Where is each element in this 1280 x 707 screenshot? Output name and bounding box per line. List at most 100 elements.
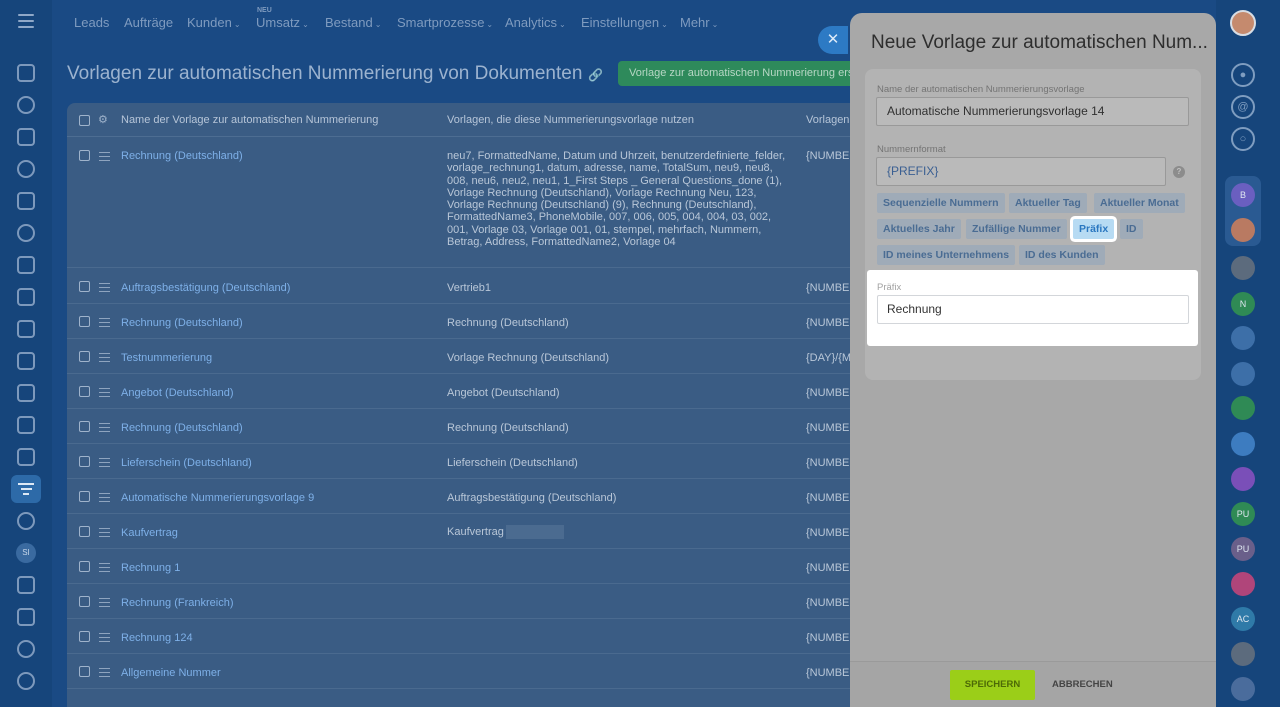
nav-smartprozesse[interactable]: Smartprozesse ⌄	[397, 15, 493, 30]
column-header-name[interactable]: Name der Vorlage zur automatischen Numme…	[121, 114, 378, 126]
row-checkbox[interactable]	[79, 351, 90, 362]
nav-kunden[interactable]: Kunden ⌄	[187, 15, 241, 30]
drag-handle-icon[interactable]	[99, 353, 110, 365]
row-name-link[interactable]: Rechnung 1	[121, 562, 180, 574]
nav-bestand[interactable]: Bestand ⌄	[325, 15, 381, 30]
drag-handle-icon[interactable]	[99, 458, 110, 470]
schedule-icon[interactable]	[17, 448, 35, 466]
table-row[interactable]: Rechnung (Deutschland) neu7, FormattedNa…	[67, 138, 867, 268]
calendar-icon[interactable]	[17, 192, 35, 210]
row-checkbox[interactable]	[79, 491, 90, 502]
close-slider-button[interactable]: ✕	[818, 26, 848, 54]
row-name-link[interactable]: Lieferschein (Deutschland)	[121, 457, 252, 469]
cancel-button[interactable]: ABBRECHEN	[1052, 670, 1113, 700]
si-badge[interactable]: SI	[16, 543, 36, 563]
users-icon[interactable]	[1231, 677, 1255, 701]
tag-id-meines-unternehmens[interactable]: ID meines Unternehmens	[877, 245, 1016, 265]
row-name-link[interactable]: Auftragsbestätigung (Deutschland)	[121, 282, 290, 294]
checklist-icon[interactable]	[1231, 396, 1255, 420]
user-avatar[interactable]	[1230, 10, 1256, 36]
nav-einstellungen[interactable]: Einstellungen ⌄	[581, 15, 668, 30]
tag-aktueller-monat[interactable]: Aktueller Monat	[1094, 193, 1185, 213]
id-card-icon[interactable]	[17, 608, 35, 626]
template-name-input[interactable]: Automatische Nummerierungsvorlage 14	[876, 97, 1189, 126]
avatar-n[interactable]: N	[1231, 292, 1255, 316]
table-row[interactable]: Rechnung (Deutschland) Rechnung (Deutsch…	[67, 409, 867, 444]
avatar-ac[interactable]: AC	[1231, 607, 1255, 631]
row-name-link[interactable]: Kaufvertrag	[121, 527, 178, 539]
nav-umsatz[interactable]: Umsatz ⌄	[256, 15, 309, 30]
lock-icon[interactable]	[1231, 362, 1255, 386]
tag-praefix[interactable]: Präfix	[1073, 219, 1115, 239]
presentation-icon[interactable]	[17, 352, 35, 370]
person-photo-avatar[interactable]	[1231, 642, 1255, 666]
link-icon[interactable]: 🔗	[588, 68, 603, 82]
tag-zufaellige-nummer[interactable]: Zufällige Nummer	[966, 219, 1067, 239]
settings-gear-icon[interactable]	[17, 672, 35, 690]
nav-analytics[interactable]: Analytics ⌄	[505, 15, 566, 30]
table-row[interactable]: Rechnung (Deutschland) Rechnung (Deutsch…	[67, 304, 867, 339]
drag-handle-icon[interactable]	[99, 668, 110, 680]
home-icon[interactable]	[17, 64, 35, 82]
nav-leads[interactable]: Leads	[74, 15, 109, 30]
table-row[interactable]: Automatische Nummerierungsvorlage 9 Auft…	[67, 479, 867, 514]
drag-handle-icon[interactable]	[99, 388, 110, 400]
column-settings-gear-icon[interactable]: ⚙	[98, 113, 108, 126]
column-header-used[interactable]: Vorlagen, die diese Nummerierungsvorlage…	[447, 114, 694, 126]
row-checkbox[interactable]	[79, 421, 90, 432]
user-photo-avatar[interactable]	[1231, 218, 1255, 242]
team-icon[interactable]	[1231, 326, 1255, 350]
document-icon[interactable]	[17, 128, 35, 146]
row-checkbox[interactable]	[79, 526, 90, 537]
bell-icon[interactable]: ●	[1231, 63, 1255, 87]
row-checkbox[interactable]	[79, 281, 90, 292]
row-name-link[interactable]: Rechnung (Deutschland)	[121, 317, 243, 329]
file-icon[interactable]	[17, 256, 35, 274]
drag-handle-icon[interactable]	[99, 152, 110, 164]
column-header-format[interactable]: Vorlagen	[806, 114, 849, 126]
nav-mehr[interactable]: Mehr ⌄	[680, 15, 718, 30]
table-row[interactable]: Angebot (Deutschland) Angebot (Deutschla…	[67, 374, 867, 409]
row-name-link[interactable]: Rechnung (Frankreich)	[121, 597, 234, 609]
row-name-link[interactable]: Rechnung 124	[121, 632, 193, 644]
tag-id[interactable]: ID	[1120, 219, 1143, 239]
tasks-icon[interactable]	[17, 288, 35, 306]
avatar-pu-gray[interactable]: PU	[1231, 537, 1255, 561]
target-icon[interactable]	[17, 512, 35, 530]
drag-handle-icon[interactable]	[99, 283, 110, 295]
row-name-link[interactable]: Allgemeine Nummer	[121, 667, 221, 679]
number-format-input[interactable]: {PREFIX}	[876, 157, 1166, 186]
tag-id-des-kunden[interactable]: ID des Kunden	[1019, 245, 1105, 265]
row-checkbox[interactable]	[79, 386, 90, 397]
avatar-pu-green[interactable]: PU	[1231, 502, 1255, 526]
row-name-link[interactable]: Rechnung (Deutschland)	[121, 150, 243, 162]
group-avatar[interactable]	[1231, 256, 1255, 280]
tag-aktuelles-jahr[interactable]: Aktuelles Jahr	[877, 219, 961, 239]
row-name-link[interactable]: Angebot (Deutschland)	[121, 387, 234, 399]
drag-handle-icon[interactable]	[99, 598, 110, 610]
table-row[interactable]: Rechnung 124 {NUMBE	[67, 619, 867, 654]
row-checkbox[interactable]	[79, 631, 90, 642]
table-row[interactable]: Rechnung 1 {NUMBE	[67, 549, 867, 584]
contacts-icon[interactable]	[17, 224, 35, 242]
table-row[interactable]: Testnummerierung Vorlage Rechnung (Deuts…	[67, 339, 867, 374]
row-checkbox[interactable]	[79, 316, 90, 327]
drag-handle-icon[interactable]	[99, 633, 110, 645]
row-name-link[interactable]: Rechnung (Deutschland)	[121, 422, 243, 434]
at-sign-icon[interactable]: @	[1231, 95, 1255, 119]
lock-group-icon[interactable]	[1231, 572, 1255, 596]
save-button[interactable]: SPEICHERN	[950, 670, 1035, 700]
tag-aktueller-tag[interactable]: Aktueller Tag	[1009, 193, 1087, 213]
row-checkbox[interactable]	[79, 456, 90, 467]
table-row[interactable]: Lieferschein (Deutschland) Lieferschein …	[67, 444, 867, 479]
edit-document-icon[interactable]	[17, 576, 35, 594]
row-checkbox[interactable]	[79, 150, 90, 161]
filter-funnel-icon[interactable]	[11, 475, 41, 503]
inbox-icon[interactable]	[17, 320, 35, 338]
row-checkbox[interactable]	[79, 561, 90, 572]
row-name-link[interactable]: Automatische Nummerierungsvorlage 9	[121, 492, 314, 504]
table-row[interactable]: Auftragsbestätigung (Deutschland) Vertri…	[67, 269, 867, 304]
drag-handle-icon[interactable]	[99, 563, 110, 575]
drag-handle-icon[interactable]	[99, 423, 110, 435]
drag-handle-icon[interactable]	[99, 318, 110, 330]
